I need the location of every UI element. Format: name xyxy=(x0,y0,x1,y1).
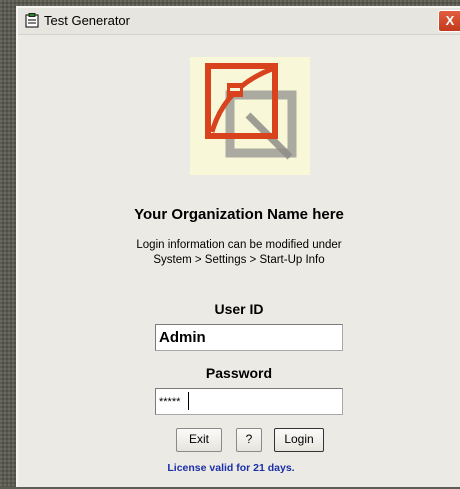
organization-name: Your Organization Name here xyxy=(134,206,344,223)
app-logo xyxy=(190,57,310,175)
text-caret xyxy=(188,392,189,410)
close-icon: X xyxy=(445,13,455,28)
password-input[interactable] xyxy=(155,388,343,415)
info-line-2: System > Settings > Start-Up Info xyxy=(153,254,325,266)
window-title: Test Generator xyxy=(44,13,130,28)
help-button[interactable]: ? xyxy=(236,428,262,452)
user-id-input[interactable] xyxy=(155,324,343,351)
password-label: Password xyxy=(205,365,273,381)
login-button[interactable]: Login xyxy=(274,428,324,452)
clipboard-icon xyxy=(25,13,39,28)
exit-button[interactable]: Exit xyxy=(176,428,222,452)
close-button[interactable]: X xyxy=(438,10,460,32)
user-id-label: User ID xyxy=(214,301,264,317)
login-window: Test Generator X Your Organization Name … xyxy=(16,6,460,487)
pen-notepad-logo-icon xyxy=(205,63,297,160)
title-bar[interactable]: Test Generator X xyxy=(18,8,460,35)
info-line-1: Login information can be modified under xyxy=(136,239,342,251)
license-status: License valid for 21 days. xyxy=(167,462,295,474)
login-info-text: Login information can be modified under … xyxy=(18,238,460,268)
